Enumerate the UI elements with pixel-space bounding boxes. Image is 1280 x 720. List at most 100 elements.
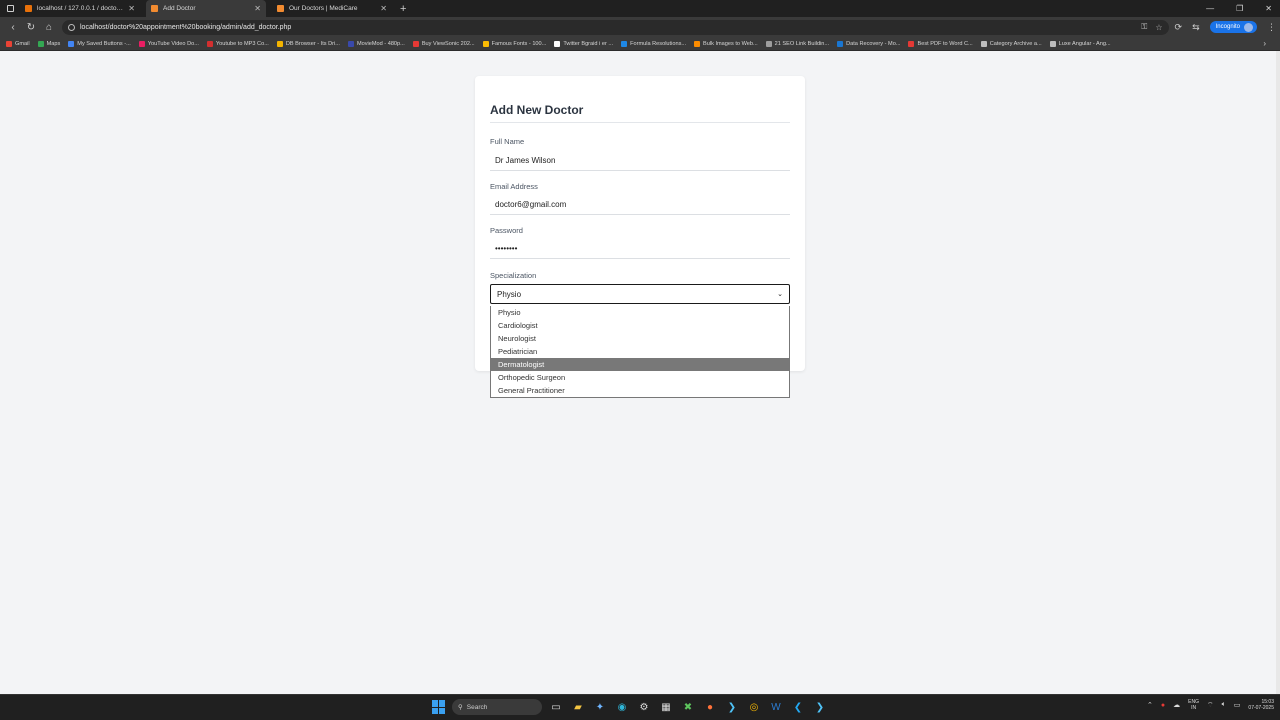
browser-tab-phpmyadmin[interactable]: localhost / 127.0.0.1 / doctor_app... ✕ <box>20 0 140 17</box>
bookmark-item[interactable]: Famous Fonts - 100... <box>482 40 547 47</box>
bookmark-label: Famous Fonts - 100... <box>491 40 547 47</box>
tab-close-icon[interactable]: ✕ <box>254 4 261 13</box>
windows-start-icon[interactable] <box>432 700 446 714</box>
full-name-label: Full Name <box>490 137 525 146</box>
tab-close-icon[interactable]: ✕ <box>128 4 135 13</box>
onedrive-icon[interactable]: ☁ <box>1173 701 1180 709</box>
bookmark-item[interactable]: Maps <box>37 40 60 47</box>
battery-icon[interactable]: ▭ <box>1234 701 1241 709</box>
key-icon[interactable]: ⚿ <box>1141 22 1147 32</box>
profile-button[interactable]: Incognito <box>1209 21 1257 33</box>
bookmarks-overflow-icon[interactable]: › <box>1263 39 1266 48</box>
taskbar-search[interactable]: ⚲ Search <box>452 699 542 715</box>
bookmark-item[interactable]: Gmail <box>6 40 30 47</box>
bookmark-favicon-icon <box>837 40 844 47</box>
url-text[interactable]: localhost/doctor%20appointment%20booking… <box>80 24 1133 31</box>
minimize-icon[interactable]: — <box>1206 4 1214 13</box>
clock-date: 07-07-2025 <box>1248 705 1274 711</box>
full-name-input[interactable]: Dr James Wilson <box>490 151 790 171</box>
specialization-option[interactable]: Pediatrician <box>491 345 789 358</box>
vscode-icon[interactable]: ❮ <box>790 699 806 715</box>
wifi-icon[interactable]: ⌔ <box>1207 701 1214 710</box>
site-info-icon[interactable] <box>68 23 75 31</box>
specialization-select[interactable]: Physio ⌄ <box>490 284 790 304</box>
bookmark-item[interactable]: Luxe Angular - Ang... <box>1049 40 1111 47</box>
bookmark-label: Best PDF to Word C... <box>917 40 973 47</box>
site-favicon-icon <box>151 5 158 12</box>
bookmark-item[interactable]: Category Archive a... <box>980 40 1042 47</box>
file-explorer-icon[interactable]: ▰ <box>570 699 586 715</box>
tab-title: Our Doctors | MediCare <box>289 5 358 12</box>
bookmark-item[interactable]: 21 SEO Link Buildin... <box>765 40 829 47</box>
more-menu-icon[interactable]: ⋮ <box>1267 22 1276 33</box>
title-divider <box>490 122 790 123</box>
phpmyadmin-favicon-icon <box>25 5 32 12</box>
window-controls: — ❐ ✕ <box>1206 0 1272 17</box>
back-button[interactable]: ‹ <box>4 18 22 36</box>
store-icon[interactable]: ▦ <box>658 699 674 715</box>
bookmark-favicon-icon <box>554 40 561 47</box>
bookmark-favicon-icon <box>908 40 915 47</box>
star-icon[interactable]: ☆ <box>1155 23 1162 32</box>
browser-tab-add-doctor[interactable]: Add Doctor ✕ <box>146 0 266 17</box>
specialization-option[interactable]: Cardiologist <box>491 319 789 332</box>
avatar <box>1244 22 1253 32</box>
firefox-icon[interactable]: ● <box>702 699 718 715</box>
language-indicator[interactable]: ENG IN <box>1188 699 1199 711</box>
bookmark-item[interactable]: MovieMod - 480p... <box>347 40 405 47</box>
xbox-icon[interactable]: ✖ <box>680 699 696 715</box>
system-tray: ⌃ ● ☁ ENG IN ⌔ 🔈︎ ▭ 15:03 07-07-2025 <box>1147 699 1274 711</box>
new-tab-button[interactable]: + <box>400 3 406 15</box>
specialization-option[interactable]: General Practitioner <box>491 384 789 397</box>
chrome-icon[interactable]: ◎ <box>746 699 762 715</box>
bookmark-item[interactable]: Youtube to MP3 Co... <box>206 40 269 47</box>
bookmark-item[interactable]: Twitter Bgraid i er ... <box>554 40 613 47</box>
bookmark-item[interactable]: Formula Resolutions... <box>621 40 687 47</box>
bookmark-favicon-icon <box>276 40 283 47</box>
sync-icon[interactable]: ⇆ <box>1192 22 1200 33</box>
bookmark-item[interactable]: Data Recovery - Mo... <box>837 40 900 47</box>
chevron-up-icon[interactable]: ⌃ <box>1147 701 1153 709</box>
bookmark-favicon-icon <box>206 40 213 47</box>
task-view-icon[interactable]: ▭ <box>548 699 564 715</box>
tab-close-icon[interactable]: ✕ <box>380 4 387 13</box>
bookmark-item[interactable]: My Saved Buttons -... <box>68 40 131 47</box>
settings-icon[interactable]: ⚙ <box>636 699 652 715</box>
specialization-option[interactable]: Physio <box>491 306 789 319</box>
extensions-icon[interactable]: ⟳ <box>1175 22 1183 33</box>
address-bar[interactable]: localhost/doctor%20appointment%20booking… <box>62 19 1169 35</box>
tab-actions-icon <box>6 5 14 12</box>
app-icon[interactable]: ❯ <box>812 699 828 715</box>
email-input[interactable]: doctor6@gmail.com <box>490 195 790 215</box>
volume-icon[interactable]: 🔈︎ <box>1222 701 1226 709</box>
copilot-icon[interactable]: ✦ <box>592 699 608 715</box>
browser-tab-our-doctors[interactable]: Our Doctors | MediCare ✕ <box>272 0 392 17</box>
security-icon[interactable]: ● <box>1161 702 1165 709</box>
word-icon[interactable]: W <box>768 699 784 715</box>
specialization-option[interactable]: Orthopedic Surgeon <box>491 371 789 384</box>
clock[interactable]: 15:03 07-07-2025 <box>1248 699 1274 711</box>
bookmark-item[interactable]: DB Browser - Its Dri... <box>276 40 340 47</box>
page-scrollbar[interactable] <box>1276 51 1280 694</box>
tab-actions-menu[interactable] <box>0 0 20 17</box>
specialization-label: Specialization <box>490 271 537 280</box>
terminal-icon[interactable]: ❯ <box>724 699 740 715</box>
specialization-option[interactable]: Dermatologist <box>491 358 789 371</box>
bookmark-label: MovieMod - 480p... <box>356 40 405 47</box>
restore-icon[interactable]: ❐ <box>1236 4 1243 13</box>
bookmark-favicon-icon <box>980 40 987 47</box>
close-window-icon[interactable]: ✕ <box>1265 4 1272 13</box>
specialization-option[interactable]: Neurologist <box>491 332 789 345</box>
bookmark-label: Luxe Angular - Ang... <box>1058 40 1111 47</box>
reload-button[interactable]: ↻ <box>22 18 40 36</box>
bookmark-item[interactable]: Best PDF to Word C... <box>908 40 973 47</box>
language-region: IN <box>1191 705 1197 711</box>
edge-icon[interactable]: ◉ <box>614 699 630 715</box>
bookmark-item[interactable]: Buy ViewSonic 202... <box>412 40 475 47</box>
bookmark-item[interactable]: Bulk Images to Web... <box>694 40 758 47</box>
password-input[interactable]: •••••••• <box>490 239 790 259</box>
bookmark-favicon-icon <box>138 40 145 47</box>
bookmark-label: Formula Resolutions... <box>630 40 687 47</box>
bookmark-item[interactable]: YouTube Video Do... <box>138 40 199 47</box>
home-button[interactable]: ⌂ <box>40 18 58 36</box>
